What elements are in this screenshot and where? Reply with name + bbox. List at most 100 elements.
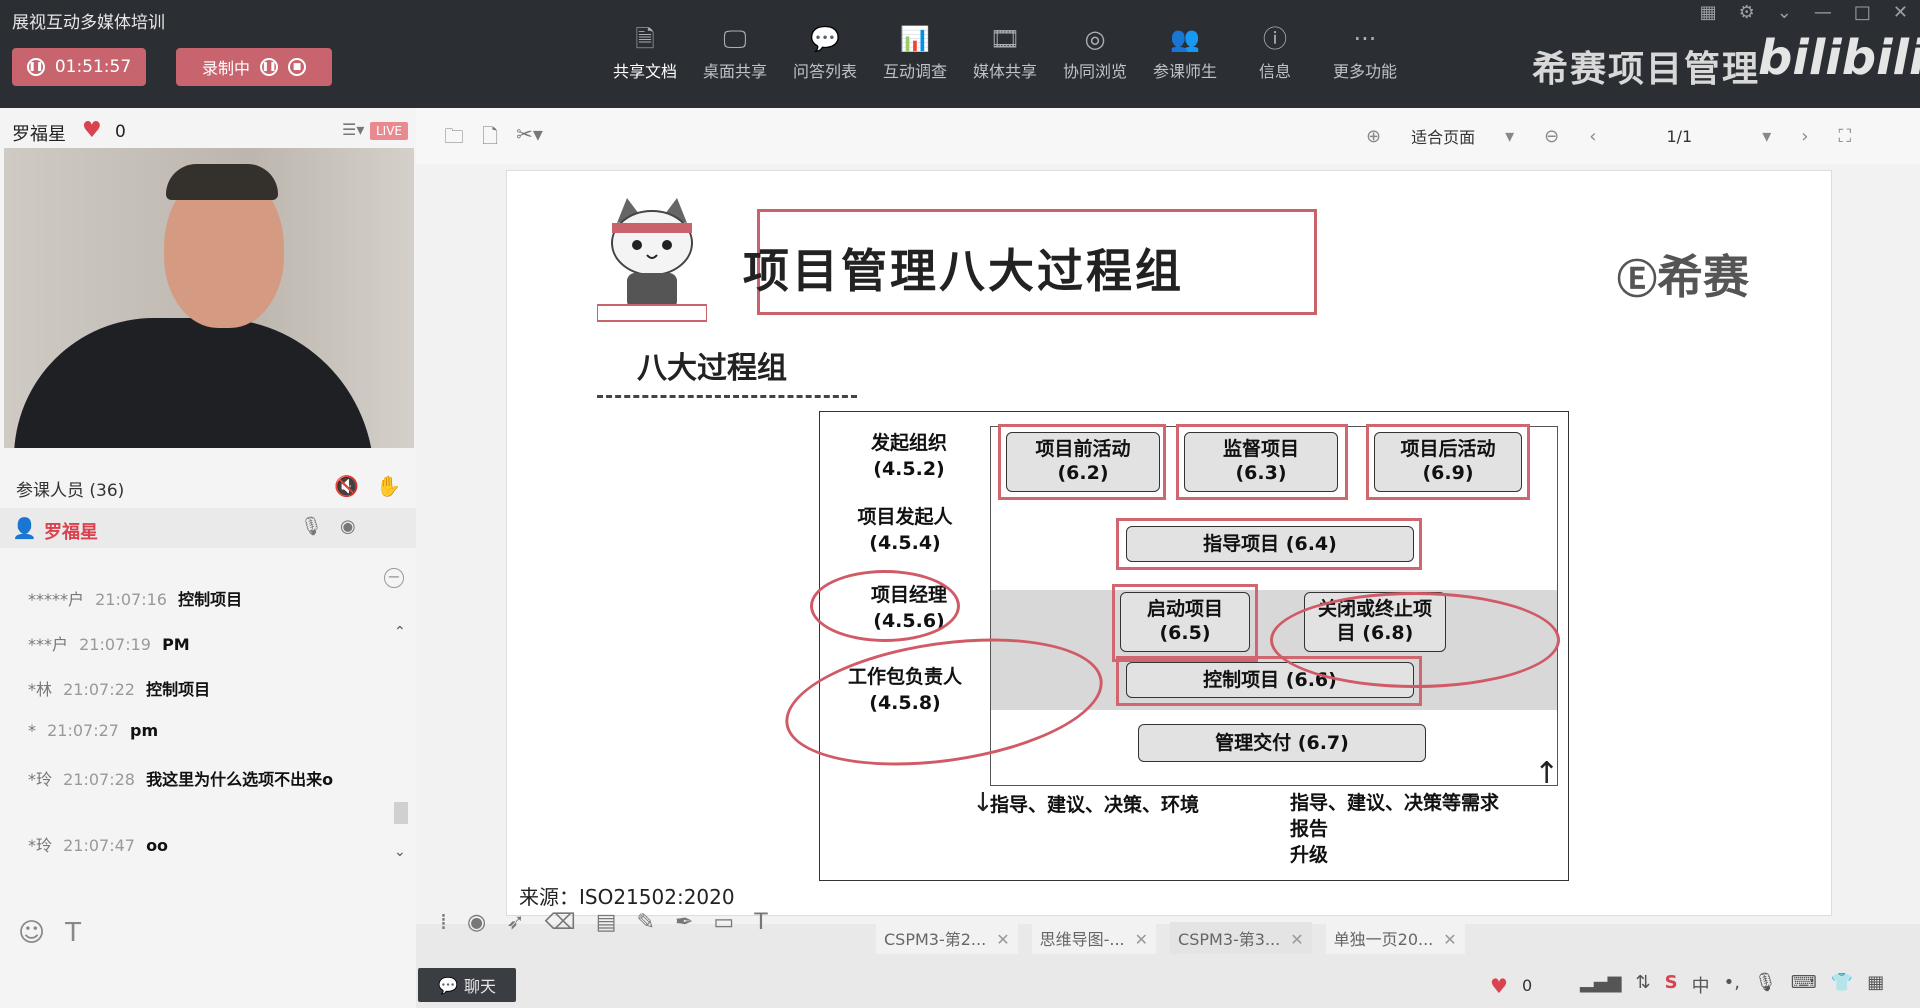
list-menu-icon[interactable]: ☰▾	[342, 120, 364, 139]
clear-icon[interactable]: ▤	[596, 910, 617, 935]
pause-record-icon[interactable]: ❚❚	[260, 58, 278, 76]
zoom-in-icon[interactable]: ⊕	[1366, 126, 1381, 147]
close-tab-icon[interactable]: ✕	[1443, 930, 1456, 949]
top-bar: 展视互动多媒体培训 ▦ ⚙ ⌄ — □ ✕ ❚❚ 01:51:57 录制中 ❚❚…	[0, 0, 1920, 108]
toolbar-survey[interactable]: 📊 互动调查	[870, 22, 960, 82]
video-person-hair	[166, 164, 278, 200]
qa-icon: 💬	[810, 25, 840, 53]
document-tab-active[interactable]: CSPM3-第3... ✕	[1170, 922, 1312, 954]
eraser-icon[interactable]: ⌫	[545, 910, 576, 935]
system-tray: ▂▄▆ ⇅ S 中 •, 🎙 ⌨ 👕 ▦	[1580, 972, 1884, 998]
chat-message: * 21:07:27 pm	[28, 721, 388, 766]
drag-handle-icon[interactable]: ⁞	[440, 910, 447, 935]
chat-text: 控制项目	[178, 590, 243, 609]
pointer-icon[interactable]: ➶	[506, 910, 524, 935]
chat-text: 控制项目	[146, 680, 211, 699]
hand-raise-icon[interactable]: ✋	[376, 474, 401, 498]
logo-text: 希赛	[1657, 250, 1749, 304]
microphone-icon[interactable]: 🎙	[300, 516, 323, 537]
maximize-icon[interactable]: □	[1854, 2, 1871, 23]
rectangle-icon[interactable]: ▭	[713, 910, 734, 935]
pause-icon[interactable]: ❚❚	[26, 58, 45, 76]
down-arrow-icon: ↓	[972, 788, 994, 818]
toolbar-participants[interactable]: 👥 参课师生	[1140, 22, 1230, 82]
slide: 项目管理八大过程组 八大过程组 Ⓔ希赛 发起组织 (4.5.2) 项目发起人 (…	[506, 170, 1832, 916]
ink-circle-close	[1270, 592, 1560, 688]
previous-page-icon[interactable]: ‹	[1589, 126, 1596, 147]
chat-message: *****户 21:07:16 控制项目	[28, 586, 388, 631]
pen-icon[interactable]: ✒	[675, 910, 693, 935]
file-icon[interactable]: 🗋	[482, 122, 498, 156]
zoom-mode-select[interactable]: 适合页面	[1411, 124, 1475, 148]
toolbar-info[interactable]: ⓘ 信息	[1230, 22, 1320, 82]
chevron-down-icon[interactable]: ⌄	[394, 844, 406, 860]
voice-input-icon[interactable]: 🎙	[1754, 972, 1777, 998]
up-caption-escalate: 升级	[1290, 844, 1329, 866]
chevron-down-icon[interactable]: ▾	[1505, 126, 1514, 147]
role-code: (4.5.4)	[869, 532, 941, 554]
recording-status[interactable]: 录制中 ❚❚ ■	[176, 48, 332, 86]
chat-input-tools: ☺ T	[18, 918, 81, 948]
record-icon[interactable]: ◉	[467, 910, 486, 935]
chat-sender: *玲	[28, 836, 53, 855]
document-tab[interactable]: 思维导图-... ✕	[1031, 922, 1157, 954]
toolbar-qa-list[interactable]: 💬 问答列表	[780, 22, 870, 82]
settings-icon[interactable]: ⚙	[1739, 2, 1755, 23]
folder-icon[interactable]: 🗀	[444, 122, 464, 156]
chevron-down-icon[interactable]: ⌄	[1777, 2, 1792, 23]
collapse-chat-icon[interactable]: −	[384, 568, 404, 588]
close-icon[interactable]: ✕	[1893, 2, 1908, 23]
keyboard-icon[interactable]: ⌨	[1791, 972, 1817, 998]
heart-icon[interactable]: ♥	[82, 118, 102, 143]
chat-scrollbar[interactable]: ⌃ ⌄	[394, 624, 408, 874]
document-viewer: 项目管理八大过程组 八大过程组 Ⓔ希赛 发起组织 (4.5.2) 项目发起人 (…	[416, 164, 1920, 924]
close-tab-icon[interactable]: ✕	[996, 930, 1009, 949]
chat-message: *玲 21:07:47 oo	[28, 832, 388, 877]
scroll-thumb[interactable]	[394, 802, 408, 824]
like-count: 0	[1522, 976, 1533, 995]
toolbar-media-share[interactable]: 🎞 媒体共享	[960, 22, 1050, 82]
chat-text: oo	[146, 836, 169, 855]
participant-row[interactable]: 👤 罗福星 🎙 ◉	[0, 508, 416, 548]
user-icon: 👤	[12, 516, 37, 540]
skin-icon[interactable]: 👕	[1831, 972, 1853, 998]
like-icon[interactable]: ♥	[1490, 974, 1508, 998]
chat-message-list: *****户 21:07:16 控制项目 ***户 21:07:19 PM *林…	[28, 586, 388, 926]
toolbar-more[interactable]: ··· 更多功能	[1320, 22, 1410, 82]
participants-count: 参课人员 (36)	[16, 481, 125, 501]
document-tab[interactable]: 单独一页20... ✕	[1325, 922, 1465, 954]
text-format-icon[interactable]: T	[65, 918, 81, 948]
document-tab[interactable]: CSPM3-第2... ✕	[876, 922, 1018, 954]
zoom-out-icon[interactable]: ⊖	[1544, 126, 1559, 147]
chat-button[interactable]: 💬 聊天	[418, 968, 516, 1002]
highlighter-icon[interactable]: ✎	[637, 910, 655, 935]
chat-sender: *玲	[28, 770, 53, 789]
next-page-icon[interactable]: ›	[1801, 126, 1808, 147]
punctuation-icon[interactable]: •,	[1724, 972, 1740, 998]
fullscreen-icon[interactable]: ⛶	[1838, 126, 1851, 147]
text-tool-icon[interactable]: T	[754, 910, 767, 935]
close-tab-icon[interactable]: ✕	[1135, 930, 1148, 949]
chevron-up-icon[interactable]: ⌃	[394, 624, 406, 640]
apps-grid-icon[interactable]: ▦	[1867, 972, 1884, 998]
scissors-icon[interactable]: ✂▾	[516, 122, 543, 156]
toolbar-desktop-share[interactable]: 🖵 桌面共享	[690, 22, 780, 82]
close-tab-icon[interactable]: ✕	[1290, 930, 1303, 949]
toolbar-shared-document[interactable]: 🗎 共享文档	[600, 22, 690, 82]
chat-message: *林 21:07:22 控制项目	[28, 676, 388, 721]
annotation-frame	[1366, 424, 1530, 500]
page-dropdown-icon[interactable]: ▾	[1762, 126, 1771, 147]
logo-mark-icon: Ⓔ	[1617, 257, 1657, 303]
ime-icon[interactable]: S	[1665, 972, 1678, 998]
grid-icon[interactable]: ▦	[1700, 2, 1717, 23]
chat-time: 21:07:16	[95, 590, 167, 609]
stop-record-icon[interactable]: ■	[288, 58, 306, 76]
survey-icon: 📊	[900, 25, 930, 53]
participant-name: 罗福星	[44, 522, 98, 543]
minimize-icon[interactable]: —	[1814, 2, 1832, 23]
camera-icon[interactable]: ◉	[340, 516, 356, 537]
emoji-icon[interactable]: ☺	[18, 918, 45, 948]
toolbar-co-browse[interactable]: ◎ 协同浏览	[1050, 22, 1140, 82]
mute-all-icon[interactable]: 🔇	[334, 474, 359, 498]
ime-chinese-icon[interactable]: 中	[1692, 972, 1710, 998]
